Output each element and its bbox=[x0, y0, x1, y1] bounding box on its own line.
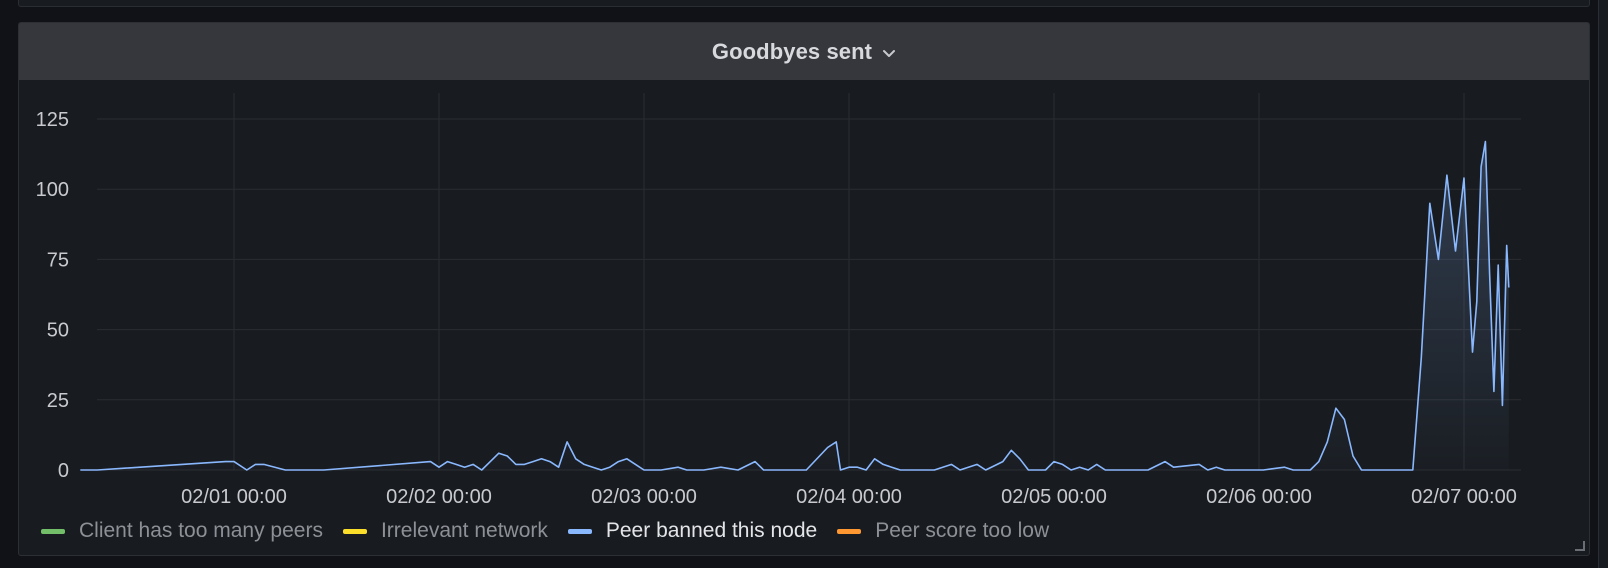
x-tick-label: 02/06 00:00 bbox=[1206, 486, 1312, 508]
panel-title[interactable]: Goodbyes sent bbox=[712, 39, 872, 65]
legend-swatch bbox=[342, 528, 367, 534]
x-tick-label: 02/01 00:00 bbox=[181, 486, 287, 508]
goodbyes-sent-panel: Goodbyes sent 0 25 50 75 100 125 02/01 00:00 02… bbox=[18, 22, 1590, 556]
x-tick-label: 02/04 00:00 bbox=[796, 486, 902, 508]
panel-header[interactable]: Goodbyes sent bbox=[19, 23, 1589, 80]
legend-swatch bbox=[41, 528, 65, 534]
y-tick-label: 0 bbox=[58, 460, 69, 482]
y-tick-label: 100 bbox=[36, 179, 69, 201]
legend-item[interactable]: Peer banned this node bbox=[567, 519, 818, 543]
resize-handle-icon[interactable] bbox=[1575, 541, 1585, 551]
adjacent-panel-edge bbox=[1598, 0, 1608, 568]
chart-legend: Client has too many peers Irrelevant netw… bbox=[41, 519, 1069, 543]
chevron-down-icon[interactable] bbox=[882, 49, 896, 59]
x-tick-label: 02/02 00:00 bbox=[386, 486, 492, 508]
previous-panel-edge bbox=[18, 0, 1590, 7]
legend-item[interactable]: Client has too many peers bbox=[41, 519, 323, 543]
timeseries-chart[interactable]: 0 25 50 75 100 125 02/01 00:00 02/02 00:00 02/03… bbox=[19, 80, 1589, 510]
legend-label: Irrelevant network bbox=[380, 519, 548, 542]
y-tick-label: 75 bbox=[47, 249, 69, 271]
series-area-fill bbox=[80, 141, 1509, 470]
x-tick-label: 02/03 00:00 bbox=[591, 486, 697, 508]
legend-item[interactable]: Irrelevant network bbox=[342, 519, 548, 543]
y-tick-label: 25 bbox=[47, 390, 69, 412]
legend-swatch bbox=[837, 528, 862, 534]
y-tick-label: 125 bbox=[36, 109, 69, 131]
x-tick-label: 02/05 00:00 bbox=[1001, 486, 1107, 508]
series-line-peer-banned[interactable] bbox=[80, 140, 1510, 471]
legend-label: Peer score too low bbox=[875, 519, 1050, 542]
y-tick-label: 50 bbox=[47, 320, 69, 342]
legend-swatch bbox=[567, 528, 592, 534]
legend-label: Client has too many peers bbox=[79, 519, 323, 542]
legend-label: Peer banned this node bbox=[605, 519, 818, 542]
x-tick-label: 02/07 00:00 bbox=[1411, 486, 1517, 508]
legend-item[interactable]: Peer score too low bbox=[837, 519, 1049, 543]
